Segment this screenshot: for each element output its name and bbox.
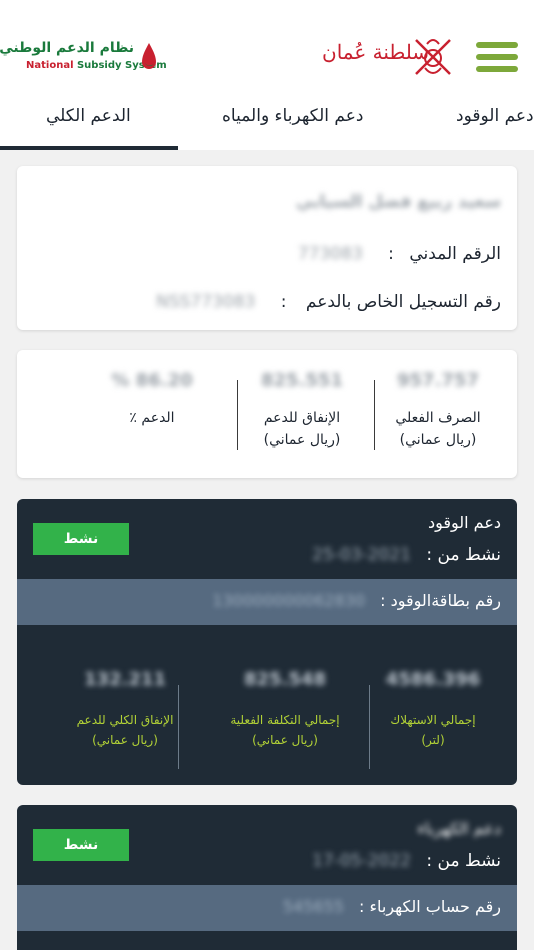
electricity-account-number: رقم حساب الكهرباء : 545655 [283,897,501,916]
fuel-total-subsidy-spend: 132.211 الإنفاق الكلي للدعم (ريال عماني) [45,669,205,750]
sultanate-of-oman-logo: سلطنة عُمان [322,34,454,80]
actual-spend-label: الصرف الفعلي (ريال عماني) [373,407,503,451]
fuel-total-actual-cost-label-2: (ريال عماني) [252,733,318,747]
fuel-total-actual-cost-label: إجمالي التكلفة الفعلية (ريال عماني) [205,710,365,750]
civil-number-row: الرقم المدني : 773083 [298,244,501,264]
oman-emblem-icon [415,39,451,75]
actual-spend-label-1: الصرف الفعلي [395,410,481,426]
tab-fuel-subsidy[interactable]: دعم الوقود [456,106,534,126]
subsidy-drop-icon [142,43,156,69]
electricity-account-value: 545655 [282,897,344,916]
subsidy-percent-column: % 86.20 الدعم ٪ [87,370,217,429]
electricity-account-label: رقم حساب الكهرباء : [359,897,501,916]
fuel-active-since-value: 25-03-2021 [312,545,411,565]
subsidy-percent-label: الدعم ٪ [129,410,175,426]
fuel-total-consumption-label-1: إجمالي الاستهلاك [390,713,476,727]
nss-logo-english-1: National [26,60,74,71]
nss-logo-arabic: نظام الدعم الوطني [0,40,134,56]
civil-number-value: 773083 [297,244,363,264]
civil-number-label: الرقم المدني [409,244,501,264]
hamburger-menu-icon[interactable] [476,42,518,72]
registration-number-row: رقم التسجيل الخاص بالدعم : NSS773083 [156,292,501,312]
summary-divider [374,380,375,450]
electricity-status-badge: نشط [33,829,129,861]
fuel-subsidy-card[interactable]: دعم الوقود نشط من : 25-03-2021 نشط رقم ب… [17,499,517,785]
civil-number-separator: : [388,244,394,264]
fuel-status-badge: نشط [33,523,129,555]
electricity-active-since-label: نشط من : [426,851,501,871]
electricity-active-since: نشط من : 17-05-2022 [312,851,501,871]
active-tab-indicator [0,146,178,150]
subsidy-spend-label: الإنفاق للدعم (ريال عماني) [237,407,367,451]
subsidy-percent-value: % 86.20 [111,370,193,391]
summary-card: 957.757 الصرف الفعلي (ريال عماني) 825.551… [17,350,517,478]
subsidy-tabs: الدعم الكلي دعم الكهرباء والمياه دعم الو… [0,100,534,150]
actual-spend-column: 957.757 الصرف الفعلي (ريال عماني) [373,370,503,451]
profile-name: سعيد ربيع فضل السيابي [295,192,501,212]
fuel-total-consumption: 4586.396 إجمالي الاستهلاك (لتر) [353,669,513,750]
national-subsidy-system-logo: نظام الدعم الوطني National Subsidy Syste… [0,40,167,76]
registration-number-label: رقم التسجيل الخاص بالدعم [305,292,501,312]
fuel-total-subsidy-spend-label-2: (ريال عماني) [92,733,158,747]
fuel-total-actual-cost-value: 825.548 [244,669,326,690]
actual-spend-value: 957.757 [397,370,479,391]
subsidy-spend-label-2: (ريال عماني) [263,432,341,448]
electricity-account-row: رقم حساب الكهرباء : 545655 [17,885,517,931]
fuel-total-subsidy-spend-label: الإنفاق الكلي للدعم (ريال عماني) [45,710,205,750]
subsidy-spend-value: 825.551 [261,370,343,391]
fuel-total-consumption-label: إجمالي الاستهلاك (لتر) [353,710,513,750]
fuel-total-actual-cost: 825.548 إجمالي التكلفة الفعلية (ريال عمان… [205,669,365,750]
fuel-subsidy-title: دعم الوقود [427,513,501,532]
fuel-total-subsidy-spend-label-1: الإنفاق الكلي للدعم [76,713,174,727]
fuel-card-number: رقم بطاقةالوقود : 130000000062830 [212,591,501,610]
tab-total-subsidy[interactable]: الدعم الكلي [46,106,131,126]
profile-card: سعيد ربيع فضل السيابي الرقم المدني : 773… [17,166,517,330]
electricity-subsidy-card[interactable]: دعم الكهرباء نشط من : 17-05-2022 نشط رقم… [17,805,517,950]
fuel-active-since-label: نشط من : [426,545,501,565]
electricity-subsidy-title: دعم الكهرباء [417,819,501,838]
electricity-active-since-value: 17-05-2022 [312,851,411,871]
tab-electricity-water-subsidy[interactable]: دعم الكهرباء والمياه [222,106,363,126]
fuel-active-since: نشط من : 25-03-2021 [312,545,501,565]
fuel-total-consumption-value: 4586.396 [385,669,481,690]
actual-spend-label-2: (ريال عماني) [399,432,477,448]
fuel-metric-divider [369,685,370,769]
app-header: نظام الدعم الوطني National Subsidy Syste… [0,0,534,100]
subsidy-spend-column: 825.551 الإنفاق للدعم (ريال عماني) [237,370,367,451]
fuel-total-actual-cost-label-1: إجمالي التكلفة الفعلية [230,713,340,727]
registration-number-value: NSS773083 [156,292,256,312]
fuel-card-number-value: 130000000062830 [212,591,366,610]
fuel-card-number-row: رقم بطاقةالوقود : 130000000062830 [17,579,517,625]
registration-number-separator: : [280,292,287,312]
fuel-total-subsidy-spend-value: 132.211 [84,669,166,690]
fuel-total-consumption-label-2: (لتر) [421,733,445,747]
subsidy-spend-label-1: الإنفاق للدعم [263,410,341,426]
fuel-card-number-label: رقم بطاقةالوقود : [380,591,501,610]
summary-divider [237,380,238,450]
